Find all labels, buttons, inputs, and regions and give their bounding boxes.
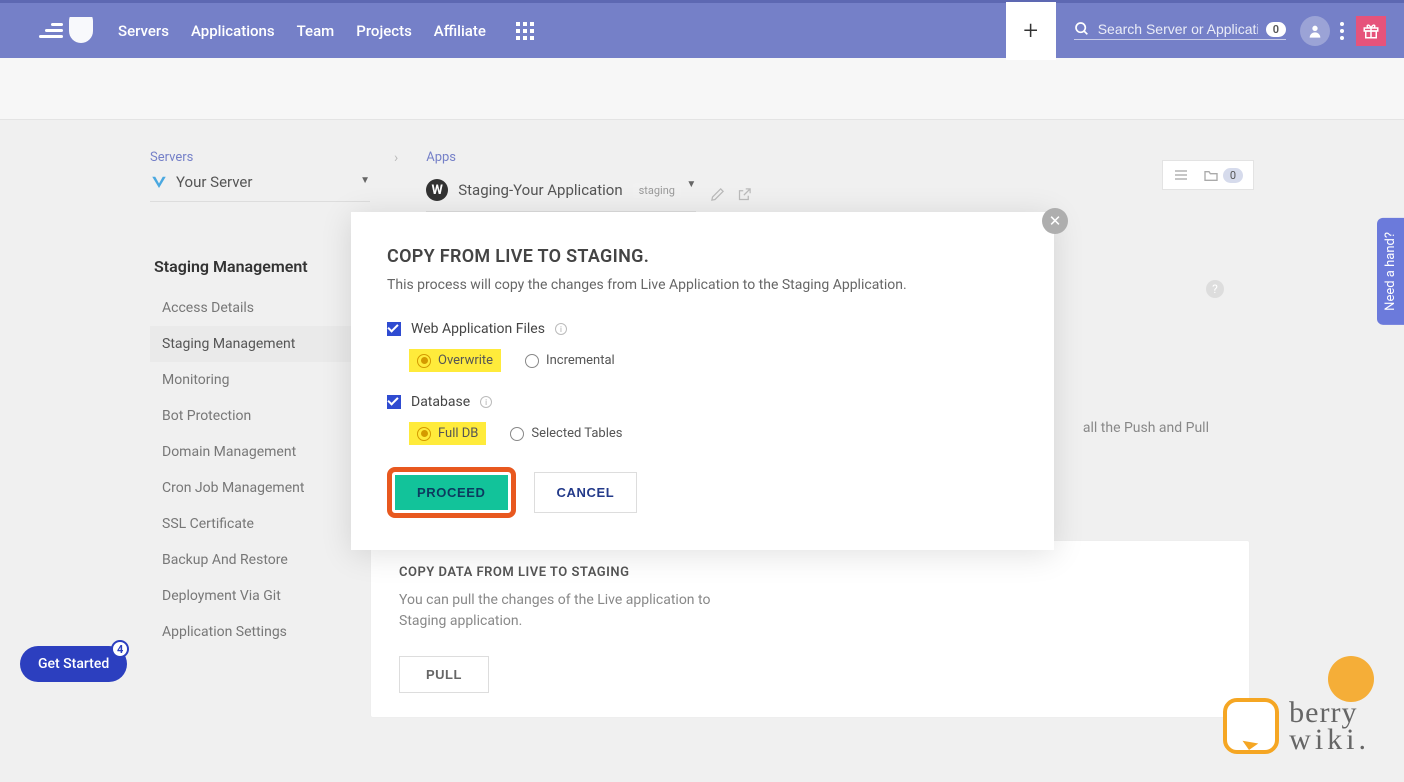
- option-database: Database i Full DB Selected Tables: [387, 394, 1018, 445]
- top-nav: Servers Applications Team Projects Affil…: [0, 0, 1404, 58]
- nav-affiliate[interactable]: Affiliate: [434, 22, 486, 40]
- search-badge: 0: [1266, 22, 1286, 37]
- radio-selected-tables[interactable]: Selected Tables: [502, 422, 630, 445]
- info-icon[interactable]: i: [480, 396, 492, 408]
- wordpress-icon: W: [426, 179, 448, 201]
- sidebar-item-monitoring[interactable]: Monitoring⌄: [150, 362, 370, 398]
- search-input[interactable]: [1098, 21, 1258, 37]
- server-name: Your Server: [176, 173, 252, 191]
- logo[interactable]: [38, 13, 98, 49]
- sidebar-item-cron-job[interactable]: Cron Job Management: [150, 470, 370, 506]
- app-name: Staging-Your Application: [458, 181, 622, 199]
- info-icon[interactable]: i: [555, 323, 567, 335]
- sidebar-item-staging-management[interactable]: Staging Management: [150, 326, 370, 362]
- brand-watermark: berry wiki.: [1223, 698, 1370, 754]
- radio-overwrite[interactable]: Overwrite: [409, 349, 501, 372]
- brand-line2: wiki.: [1289, 726, 1370, 753]
- caret-down-icon: ▼: [360, 175, 370, 186]
- pull-button[interactable]: PULL: [399, 656, 489, 693]
- nav-team[interactable]: Team: [297, 22, 335, 40]
- sidebar-item-backup-restore[interactable]: Backup And Restore: [150, 542, 370, 578]
- close-icon[interactable]: ✕: [1042, 208, 1068, 234]
- help-icon[interactable]: ?: [1206, 280, 1224, 298]
- label-web-files: Web Application Files: [411, 321, 545, 337]
- checkbox-web-files[interactable]: [387, 322, 401, 336]
- sidebar-item-deployment-git[interactable]: Deployment Via Git: [150, 578, 370, 614]
- gift-icon[interactable]: [1356, 16, 1386, 46]
- sidebar-item-bot-protection[interactable]: Bot Protection: [150, 398, 370, 434]
- add-button[interactable]: +: [1006, 2, 1056, 60]
- list-icon[interactable]: [1173, 167, 1189, 183]
- sidebar: Access Details Staging Management Monito…: [150, 290, 370, 650]
- apps-grid-icon[interactable]: [516, 22, 534, 40]
- server-selector[interactable]: Your Server ▼: [150, 173, 370, 202]
- sub-header: [0, 58, 1404, 120]
- option-web-files: Web Application Files i Overwrite Increm…: [387, 321, 1018, 372]
- panel-title: COPY DATA FROM LIVE TO STAGING: [399, 565, 1221, 580]
- caret-down-icon: ▼: [686, 179, 696, 190]
- bg-logs-text: all the Push and Pull: [1083, 420, 1209, 436]
- modal-desc: This process will copy the changes from …: [387, 277, 1018, 293]
- copy-modal: ✕ COPY FROM LIVE TO STAGING. This proces…: [351, 212, 1054, 550]
- avatar[interactable]: [1300, 16, 1330, 46]
- nav-servers[interactable]: Servers: [118, 22, 169, 40]
- need-a-hand-tab[interactable]: Need a hand?: [1377, 218, 1404, 325]
- chat-bubble-icon[interactable]: [1223, 698, 1279, 754]
- brand-line1: berry: [1289, 699, 1370, 726]
- nav-applications[interactable]: Applications: [191, 22, 275, 40]
- copy-data-panel: COPY DATA FROM LIVE TO STAGING You can p…: [370, 540, 1250, 718]
- folder-icon[interactable]: [1203, 167, 1219, 183]
- edit-icon[interactable]: [710, 187, 725, 202]
- sidebar-item-application-settings[interactable]: Application Settings: [150, 614, 370, 650]
- sidebar-item-access-details[interactable]: Access Details: [150, 290, 370, 326]
- nav-projects[interactable]: Projects: [356, 22, 412, 40]
- search-icon: [1074, 21, 1090, 37]
- nav-links: Servers Applications Team Projects Affil…: [118, 22, 486, 40]
- radio-incremental[interactable]: Incremental: [517, 349, 623, 372]
- proceed-highlight: PROCEED: [387, 467, 516, 518]
- breadcrumb-apps-label: Apps: [426, 150, 1254, 165]
- sidebar-title: Staging Management: [150, 257, 370, 276]
- view-toggle: 0: [1162, 160, 1254, 190]
- sidebar-item-ssl-certificate[interactable]: SSL Certificate: [150, 506, 370, 542]
- proceed-button[interactable]: PROCEED: [395, 475, 508, 510]
- get-started-button[interactable]: Get Started 4: [20, 646, 127, 682]
- radio-full-db[interactable]: Full DB: [409, 422, 486, 445]
- search-wrap: 0: [1074, 21, 1286, 40]
- modal-title: COPY FROM LIVE TO STAGING.: [387, 246, 1018, 267]
- right-column: Apps W Staging-Your Application staging …: [426, 150, 1254, 212]
- get-started-count: 4: [111, 640, 129, 658]
- folder-badge: 0: [1223, 168, 1243, 183]
- kebab-menu-icon[interactable]: [1340, 22, 1344, 40]
- cancel-button[interactable]: CANCEL: [534, 472, 638, 513]
- app-selector[interactable]: W Staging-Your Application staging ▼: [426, 179, 696, 212]
- app-tag: staging: [633, 183, 681, 198]
- checkbox-database[interactable]: [387, 395, 401, 409]
- sidebar-item-domain-management[interactable]: Domain Management: [150, 434, 370, 470]
- panel-desc: You can pull the changes of the Live app…: [399, 590, 759, 632]
- vultr-icon: [150, 173, 168, 191]
- chevron-right-icon: ›: [394, 150, 398, 176]
- left-column: Servers Your Server ▼ Staging Management…: [150, 150, 370, 650]
- external-link-icon[interactable]: [737, 187, 752, 202]
- label-database: Database: [411, 394, 470, 410]
- breadcrumb-servers-label: Servers: [150, 150, 370, 165]
